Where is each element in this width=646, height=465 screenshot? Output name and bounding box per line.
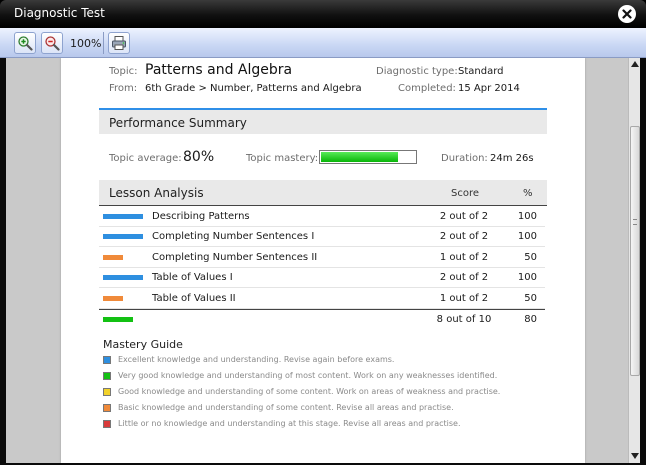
mastery-color-key bbox=[103, 372, 111, 380]
lesson-level-swatch bbox=[103, 295, 123, 301]
mastery-guide-text: Basic knowledge and understanding of som… bbox=[118, 403, 454, 412]
lesson-percent: 50 bbox=[524, 292, 537, 304]
zoom-out-button[interactable] bbox=[41, 32, 63, 54]
lesson-score: 2 out of 2 bbox=[439, 231, 489, 243]
performance-summary-header: Performance Summary bbox=[99, 108, 547, 134]
mastery-guide-item: Excellent knowledge and understanding. R… bbox=[103, 355, 523, 367]
duration-label: Duration: bbox=[441, 153, 488, 164]
zoom-in-icon bbox=[18, 36, 33, 51]
scroll-grip-icon bbox=[633, 219, 637, 225]
lesson-percent: 100 bbox=[517, 211, 537, 222]
zoom-level: 100% bbox=[70, 37, 102, 50]
window-title: Diagnostic Test bbox=[14, 6, 105, 20]
print-button[interactable] bbox=[108, 32, 130, 54]
total-score: 8 out of 10 bbox=[436, 314, 492, 325]
lesson-score: 2 out of 2 bbox=[439, 272, 489, 284]
lesson-name: Describing Patterns bbox=[152, 211, 250, 222]
topic-value: Patterns and Algebra bbox=[145, 62, 293, 78]
mastery-color-key bbox=[103, 356, 111, 364]
print-icon bbox=[112, 36, 126, 50]
lesson-score: 1 out of 2 bbox=[439, 251, 489, 263]
topic-average-label: Topic average: bbox=[109, 153, 182, 164]
score-column-header: Score bbox=[451, 188, 480, 199]
lesson-score: 1 out of 2 bbox=[439, 292, 489, 304]
report-page: Topic: Patterns and Algebra From: 6th Gr… bbox=[61, 58, 585, 463]
lesson-row: Table of Values II 1 out of 2 50 bbox=[99, 289, 545, 309]
close-button[interactable] bbox=[618, 5, 636, 23]
mastery-color-key bbox=[103, 404, 111, 412]
document-viewport: Topic: Patterns and Algebra From: 6th Gr… bbox=[6, 58, 628, 463]
mastery-guide-item: Very good knowledge and understanding of… bbox=[103, 371, 523, 383]
lesson-row: Completing Number Sentences I 2 out of 2 1… bbox=[99, 227, 545, 248]
zoom-out-icon bbox=[45, 36, 60, 51]
lesson-analysis-title: Lesson Analysis bbox=[109, 186, 204, 200]
duration-value: 24m 26s bbox=[490, 153, 534, 164]
diagnostic-type-value: Standard bbox=[458, 66, 504, 77]
mastery-guide-text: Excellent knowledge and understanding. R… bbox=[118, 355, 395, 364]
lesson-row: Describing Patterns 2 out of 2 100 bbox=[99, 207, 545, 227]
topic-label: Topic: bbox=[109, 66, 138, 77]
mastery-color-key bbox=[103, 388, 111, 396]
lesson-analysis-header: Lesson Analysis Score % bbox=[99, 180, 547, 206]
zoom-in-button[interactable] bbox=[14, 32, 36, 54]
mastery-color-key bbox=[103, 420, 111, 428]
diagnostic-type-label: Diagnostic type: bbox=[376, 66, 458, 77]
from-value: 6th Grade > Number, Patterns and Algebra bbox=[145, 83, 362, 94]
scroll-thumb[interactable] bbox=[630, 126, 640, 376]
lesson-row: Table of Values I 2 out of 2 100 bbox=[99, 268, 545, 289]
lesson-percent: 50 bbox=[524, 251, 537, 263]
lesson-name: Completing Number Sentences I bbox=[152, 231, 315, 243]
arrow-up-icon bbox=[631, 61, 639, 67]
mastery-guide-text: Very good knowledge and understanding of… bbox=[118, 371, 498, 380]
total-level-swatch bbox=[103, 317, 133, 322]
lesson-name: Table of Values II bbox=[152, 292, 236, 304]
scroll-down-button[interactable] bbox=[629, 450, 641, 462]
percent-column-header: % bbox=[523, 188, 533, 199]
lesson-name: Completing Number Sentences II bbox=[152, 251, 318, 263]
toolbar-separator bbox=[103, 32, 104, 54]
lesson-percent: 100 bbox=[517, 272, 537, 284]
mastery-guide-title: Mastery Guide bbox=[103, 338, 183, 351]
lesson-level-swatch bbox=[103, 275, 143, 281]
close-icon bbox=[622, 9, 632, 19]
lesson-level-swatch bbox=[103, 214, 143, 219]
lesson-score: 2 out of 2 bbox=[439, 211, 489, 222]
title-bar: Diagnostic Test bbox=[0, 0, 646, 28]
performance-summary-title: Performance Summary bbox=[109, 116, 247, 130]
mastery-guide-item: Little or no knowledge and understanding… bbox=[103, 419, 523, 431]
mastery-guide-text: Little or no knowledge and understanding… bbox=[118, 419, 461, 428]
diagnostic-test-window: Diagnostic Test 100% Topic: Patterns and… bbox=[0, 0, 646, 465]
topic-average-value: 80% bbox=[183, 149, 215, 165]
toolbar: 100% bbox=[0, 28, 646, 58]
topic-mastery-label: Topic mastery: bbox=[246, 153, 319, 164]
mastery-guide-item: Basic knowledge and understanding of som… bbox=[103, 403, 523, 415]
topic-mastery-fill bbox=[321, 152, 398, 162]
lesson-level-swatch bbox=[103, 234, 143, 240]
lesson-row: Completing Number Sentences II 1 out of 2… bbox=[99, 248, 545, 268]
arrow-down-icon bbox=[631, 453, 639, 459]
lesson-name: Table of Values I bbox=[152, 272, 233, 284]
vertical-scrollbar[interactable] bbox=[628, 58, 640, 463]
completed-value: 15 Apr 2014 bbox=[458, 83, 520, 94]
lesson-percent: 100 bbox=[517, 231, 537, 243]
completed-label: Completed: bbox=[398, 83, 456, 94]
mastery-guide-item: Good knowledge and understanding of some… bbox=[103, 387, 523, 399]
mastery-guide-text: Good knowledge and understanding of some… bbox=[118, 387, 501, 396]
total-percent: 80 bbox=[524, 314, 537, 325]
scroll-up-button[interactable] bbox=[629, 58, 641, 70]
from-label: From: bbox=[109, 83, 138, 94]
total-row: 8 out of 10 80 bbox=[99, 309, 545, 329]
topic-mastery-bar bbox=[319, 150, 417, 164]
lesson-level-swatch bbox=[103, 254, 123, 260]
